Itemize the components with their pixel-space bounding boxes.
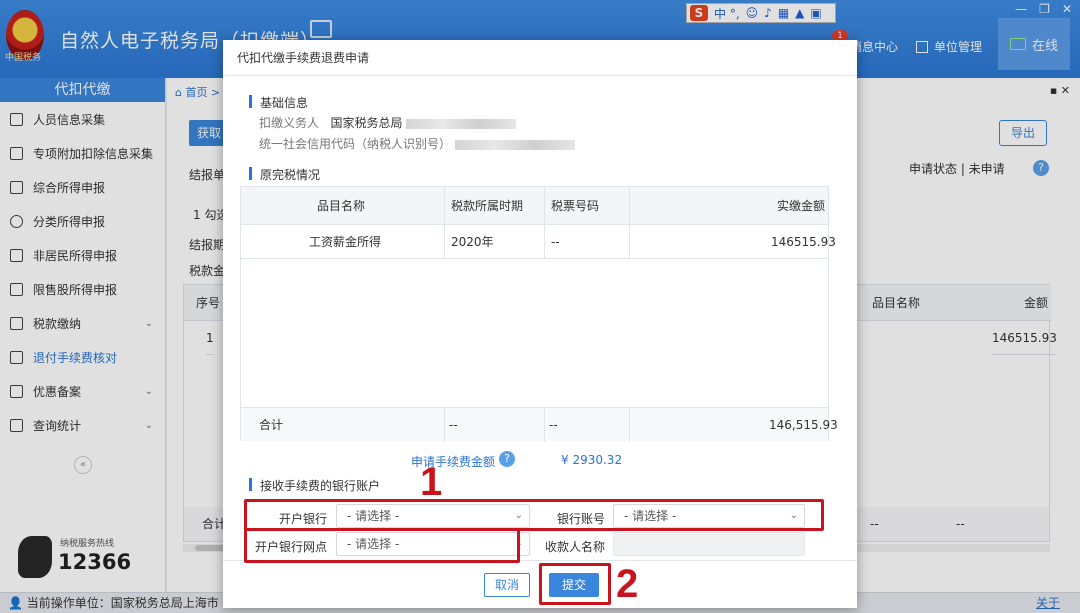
total-ticket: -- (549, 418, 558, 432)
help-icon[interactable]: ? (499, 451, 515, 467)
annotation-box-2 (539, 563, 611, 605)
credit-code-label: 统一社会信用代码（纳税人识别号） (259, 137, 452, 151)
section-basic-info: 基础信息 (249, 94, 308, 111)
total-amount: 146,515.93 (769, 418, 838, 432)
total-label: 合计 (259, 418, 284, 432)
payee-label: 收款人名称 (544, 540, 605, 554)
payee-field (613, 532, 805, 556)
cell-tax-period: 2020年 (451, 235, 494, 249)
col-divider (629, 408, 630, 442)
cell-ticket-no: -- (551, 235, 560, 249)
col-item-name: 品目名称 (317, 187, 366, 225)
annotation-box-1-top (244, 499, 824, 531)
withholder-value: 国家税务总局 (330, 116, 403, 130)
cancel-button[interactable]: 取消 (484, 573, 530, 597)
original-tax-table: 品目名称 税款所属时期 税票号码 实缴金额 工资薪金所得 2020年 -- 14… (240, 186, 838, 442)
annotation-number-2: 2 (616, 562, 639, 606)
fee-amount-value: ¥ 2930.32 (561, 453, 623, 467)
cell-paid-amount: 146515.93 (771, 235, 836, 249)
withholder-label: 扣缴义务人 (259, 116, 320, 130)
annotation-box-1-bottom (244, 529, 520, 563)
col-tax-period: 税款所属时期 (451, 187, 524, 225)
col-paid-amount: 实缴金额 (777, 187, 826, 225)
annotation-number-1: 1 (420, 460, 443, 504)
total-period: -- (449, 418, 458, 432)
col-divider (444, 408, 445, 442)
dialog-title: 代扣代缴手续费退费申请 (223, 40, 857, 76)
withholder-row: 扣缴义务人 国家税务总局 (259, 114, 517, 131)
col-divider (544, 408, 545, 442)
redacted-text (454, 139, 575, 150)
section-bank-account: 接收手续费的银行账户 (249, 477, 380, 494)
redacted-text (406, 118, 517, 129)
cell-item-name: 工资薪金所得 (309, 235, 382, 249)
credit-code-row: 统一社会信用代码（纳税人识别号） (259, 135, 575, 152)
col-ticket-no: 税票号码 (551, 187, 600, 225)
section-original-tax: 原完税情况 (249, 166, 320, 183)
table-total-row: 合计 -- -- 146,515.93 (241, 407, 838, 442)
